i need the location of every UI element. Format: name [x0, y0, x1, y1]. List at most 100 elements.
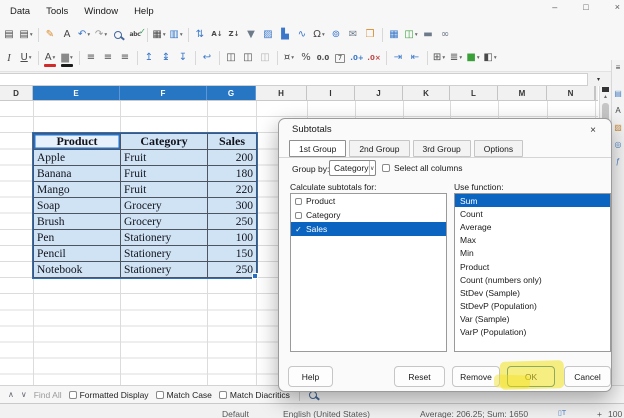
cell[interactable]: Grocery [120, 197, 208, 214]
dropdown-caret-icon[interactable]: ▾ [30, 32, 33, 38]
cell[interactable]: Stationery [120, 245, 208, 262]
align-top-icon[interactable]: ↥ [141, 49, 157, 67]
select-all-columns-option[interactable]: Select all columns [382, 163, 463, 173]
freeze-panes-icon[interactable]: ◫ ▾ [403, 26, 419, 44]
hyperlink-icon[interactable]: ⊚ [328, 26, 344, 44]
close-button[interactable]: × [615, 2, 620, 12]
autofilter-icon[interactable]: ▼ [243, 26, 259, 44]
shapes-icon[interactable]: ∞ [437, 26, 453, 44]
tab-1st-group[interactable]: 1st Group [289, 140, 347, 157]
header-cell-category[interactable]: Category [120, 133, 208, 150]
header-cell-sales[interactable]: Sales [207, 133, 257, 150]
subtotal-column-sales[interactable]: ✓ Sales [291, 222, 446, 236]
dropdown-caret-icon[interactable]: ▾ [494, 55, 497, 61]
cell[interactable]: 200 [207, 149, 257, 166]
special-character-icon[interactable]: Ω ▾ [311, 26, 327, 44]
cell[interactable]: Mango [33, 181, 121, 198]
find-next-button[interactable]: ∨ [21, 390, 27, 399]
sort-descending-icon[interactable]: Z↓ [226, 26, 242, 44]
align-bottom-icon[interactable]: ↧ [175, 49, 191, 67]
styles-icon[interactable]: A [615, 107, 620, 115]
minimize-button[interactable]: – [552, 2, 557, 12]
remove-button[interactable]: Remove [452, 366, 500, 387]
dropdown-caret-icon[interactable]: ▾ [459, 55, 462, 61]
scroll-up-icon[interactable]: ▲ [600, 94, 611, 100]
reset-button[interactable]: Reset [394, 366, 445, 387]
cell[interactable]: 180 [207, 165, 257, 182]
comment-icon[interactable]: ✉ [345, 26, 361, 44]
redo-icon[interactable]: ↷ ▾ [93, 26, 109, 44]
currency-format-icon[interactable]: ¤ ▾ [281, 49, 297, 67]
clone-formatting-icon[interactable]: ✎ [42, 26, 58, 44]
cell[interactable]: Soap [33, 197, 121, 214]
underline-icon[interactable]: U ▾ [18, 49, 34, 67]
find-previous-button[interactable]: ∧ [8, 390, 14, 399]
dropdown-caret-icon[interactable]: ▾ [180, 32, 183, 38]
formula-input[interactable] [0, 73, 588, 86]
increase-indent-icon[interactable]: ⇥ [390, 49, 406, 67]
function-option[interactable]: VarP (Population) [455, 326, 610, 339]
dropdown-caret-icon[interactable]: ▾ [70, 55, 73, 61]
cell[interactable]: Pen [33, 229, 121, 246]
date-format-icon[interactable]: 7 [332, 49, 348, 67]
selection-mode-icon[interactable]: ▯T [558, 409, 566, 417]
header-cell-product[interactable]: Product [33, 133, 121, 150]
copy-icon[interactable]: ▤ [1, 26, 17, 44]
cell[interactable]: Notebook [33, 261, 121, 278]
align-left-icon[interactable]: ≡ [83, 49, 99, 67]
sparkline-icon[interactable]: ∿ [294, 26, 310, 44]
column-header-G[interactable]: G [207, 86, 256, 100]
dropdown-caret-icon[interactable]: ▾ [87, 32, 90, 38]
expand-formula-bar-icon[interactable]: ▾ [591, 74, 606, 85]
find-option-match-diacritics[interactable]: Match Diacritics [218, 390, 290, 400]
cancel-button[interactable]: Cancel [564, 366, 611, 387]
cell[interactable]: 220 [207, 181, 257, 198]
menu-item-help[interactable]: Help [134, 6, 154, 17]
function-option[interactable]: Average [455, 220, 610, 233]
cell[interactable]: Stationery [120, 261, 208, 278]
group-by-select[interactable]: Category ∨ [329, 160, 376, 176]
cell[interactable]: 250 [207, 213, 257, 230]
center-vertically-icon[interactable]: ↨ [158, 49, 174, 67]
wrap-text-icon[interactable]: ↩ [199, 49, 215, 67]
help-button[interactable]: Help [288, 366, 333, 387]
cell[interactable]: Fruit [120, 165, 208, 182]
background-color-icon[interactable]: ■ ▾ [465, 49, 481, 67]
zoom-in-icon[interactable]: + [597, 409, 602, 418]
dropdown-caret-icon[interactable]: ▾ [53, 55, 56, 61]
italic-icon[interactable]: I [1, 49, 17, 67]
dialog-close-icon[interactable]: × [586, 123, 600, 137]
function-option[interactable]: Var (Sample) [455, 313, 610, 326]
checkbox[interactable] [68, 390, 77, 399]
cell[interactable]: Stationery [120, 229, 208, 246]
clear-formatting-icon[interactable]: A [59, 26, 75, 44]
column-header-N[interactable]: N [547, 86, 595, 100]
select-all-checkbox[interactable] [382, 164, 390, 172]
cell[interactable]: 150 [207, 245, 257, 262]
border-style-icon[interactable]: ≣ ▾ [448, 49, 464, 67]
spelling-icon[interactable]: abc [127, 26, 145, 44]
merge-cells-icon[interactable]: ◫ [240, 49, 256, 67]
column-header-E[interactable]: E [33, 86, 120, 100]
ok-button[interactable]: OK [507, 366, 555, 387]
cell[interactable]: Grocery [120, 213, 208, 230]
function-option[interactable]: Max [455, 234, 610, 247]
menu-item-tools[interactable]: Tools [46, 6, 68, 17]
conditional-formatting-icon[interactable]: ◧ ▾ [482, 49, 498, 67]
undo-icon[interactable]: ↶ ▾ [76, 26, 92, 44]
checkbox[interactable] [155, 390, 164, 399]
dropdown-caret-icon[interactable]: ▾ [477, 55, 480, 61]
cell[interactable]: Pencil [33, 245, 121, 262]
selection-fill-handle[interactable] [252, 273, 258, 279]
tab-2nd-group[interactable]: 2nd Group [349, 140, 410, 157]
menu-item-window[interactable]: Window [84, 6, 118, 17]
unmerge-cells-icon[interactable]: ◫ [257, 49, 273, 67]
dropdown-caret-icon[interactable]: ▾ [291, 55, 294, 61]
highlight-color-icon[interactable]: ▆ ▾ [59, 49, 75, 67]
dropdown-caret-icon[interactable]: ▾ [322, 32, 325, 38]
function-option[interactable]: Count [455, 207, 610, 220]
pivot-table-icon[interactable]: ▦ [386, 26, 402, 44]
dropdown-caret-icon[interactable]: ▾ [442, 55, 445, 61]
scrollbar-split-handle[interactable] [602, 87, 609, 92]
split-window-icon[interactable]: ▬ [420, 26, 436, 44]
